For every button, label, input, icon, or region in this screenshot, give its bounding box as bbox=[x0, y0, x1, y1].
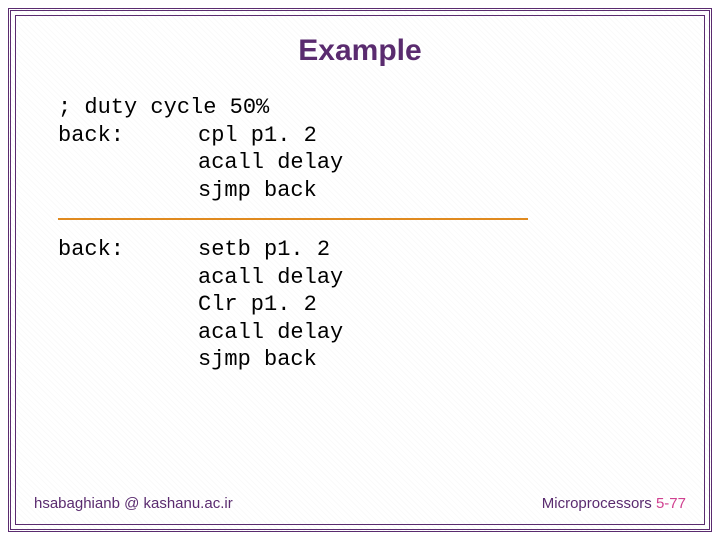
code-label: back: bbox=[58, 122, 198, 150]
code-label: back: bbox=[58, 236, 198, 264]
slide-outer-frame: Example ; duty cycle 50% back:cpl p1. 2 … bbox=[8, 8, 712, 532]
footer-right: Microprocessors 5-77 bbox=[542, 495, 686, 512]
code-instruction: acall delay bbox=[198, 264, 343, 292]
code-area: ; duty cycle 50% back:cpl p1. 2 acall de… bbox=[16, 94, 704, 374]
code-label-empty bbox=[58, 177, 198, 205]
code-line: acall delay bbox=[58, 264, 662, 292]
code-label-empty bbox=[58, 319, 198, 347]
code-line: acall delay bbox=[58, 319, 662, 347]
code-instruction: sjmp back bbox=[198, 346, 317, 374]
code-comment: ; duty cycle 50% bbox=[58, 94, 662, 122]
footer-author: hsabaghianb @ kashanu.ac.ir bbox=[34, 495, 233, 512]
code-instruction: setb p1. 2 bbox=[198, 236, 330, 264]
code-label-empty bbox=[58, 346, 198, 374]
slide-title: Example bbox=[16, 34, 704, 68]
code-instruction: sjmp back bbox=[198, 177, 317, 205]
footer-course: Microprocessors bbox=[542, 495, 656, 512]
code-instruction: acall delay bbox=[198, 149, 343, 177]
code-line: sjmp back bbox=[58, 346, 662, 374]
code-instruction: cpl p1. 2 bbox=[198, 122, 317, 150]
code-line: Clr p1. 2 bbox=[58, 291, 662, 319]
code-line: back:setb p1. 2 bbox=[58, 236, 662, 264]
code-label-empty bbox=[58, 149, 198, 177]
slide-footer: hsabaghianb @ kashanu.ac.ir Microprocess… bbox=[34, 495, 686, 512]
section-divider bbox=[58, 218, 528, 220]
code-instruction: acall delay bbox=[198, 319, 343, 347]
footer-page-number: 5-77 bbox=[656, 495, 686, 512]
code-label-empty bbox=[58, 264, 198, 292]
code-line: acall delay bbox=[58, 149, 662, 177]
code-label-empty bbox=[58, 291, 198, 319]
code-line: back:cpl p1. 2 bbox=[58, 122, 662, 150]
slide-inner-frame: Example ; duty cycle 50% back:cpl p1. 2 … bbox=[15, 15, 705, 525]
code-instruction: Clr p1. 2 bbox=[198, 291, 317, 319]
code-line: sjmp back bbox=[58, 177, 662, 205]
